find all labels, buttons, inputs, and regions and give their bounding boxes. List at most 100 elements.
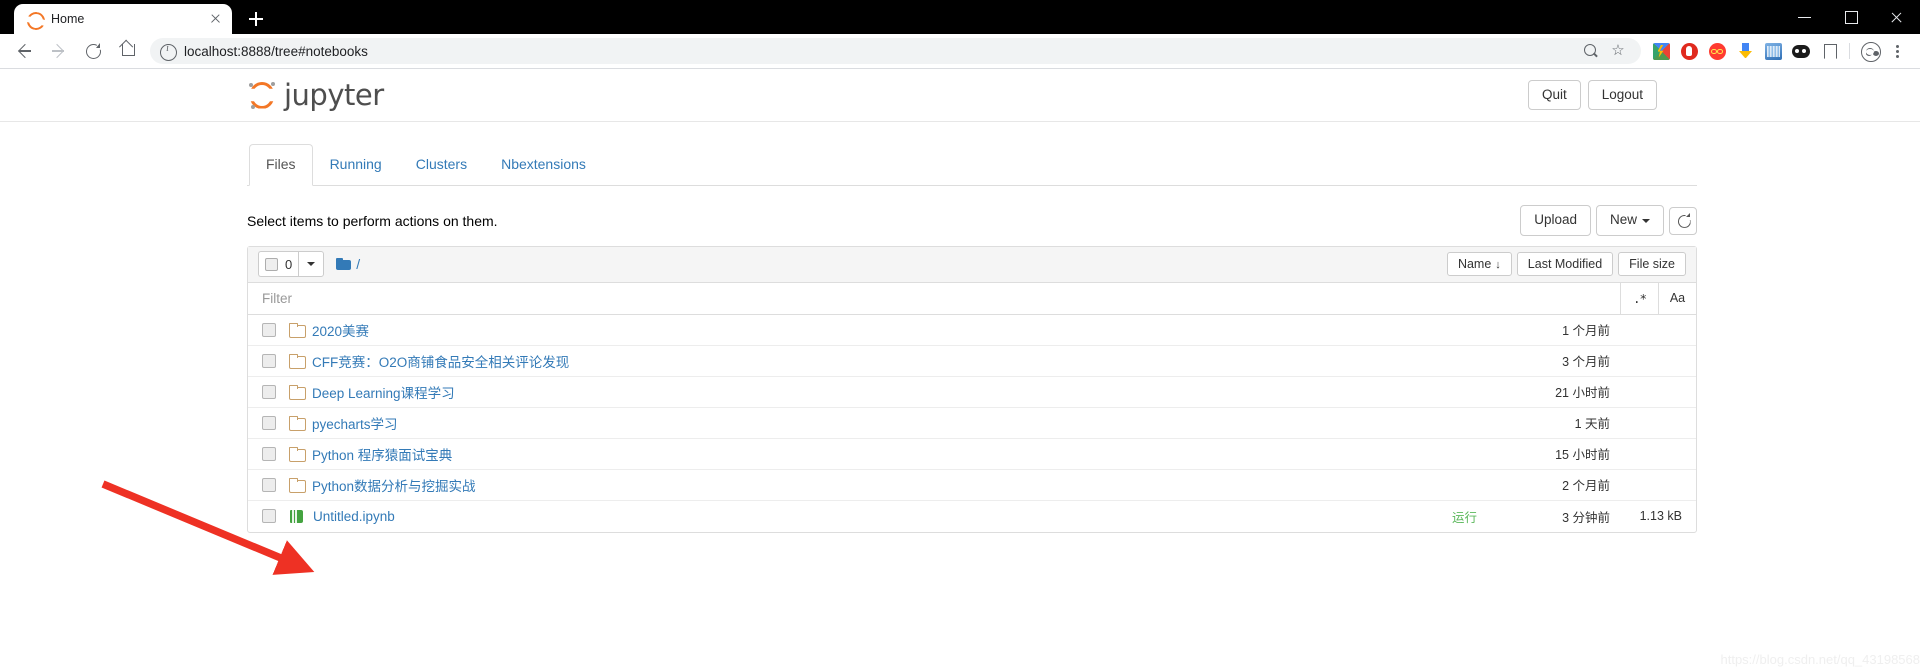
- regex-toggle-button[interactable]: .*: [1620, 282, 1658, 314]
- file-list-toolbar: 0 / Name ↓ Last Modified File size: [248, 246, 1696, 283]
- browser-window: Home localhost:8888/tree#notebooks ☆: [0, 0, 1920, 671]
- folder-icon: [289, 478, 306, 494]
- extension-adblock-icon[interactable]: [1675, 37, 1703, 65]
- back-icon[interactable]: [10, 36, 40, 66]
- row-meta: 3 个月前: [1490, 351, 1682, 370]
- filter-input[interactable]: [248, 282, 1620, 314]
- file-name-link[interactable]: 2020美赛: [312, 320, 369, 340]
- profile-avatar-icon[interactable]: [1856, 37, 1884, 65]
- row-meta: 15 小时前: [1490, 444, 1682, 463]
- select-dropdown-button[interactable]: [298, 251, 325, 278]
- tab-clusters[interactable]: Clusters: [399, 144, 484, 186]
- extension-dots-icon[interactable]: [1787, 37, 1815, 65]
- row-meta: 1 个月前: [1490, 320, 1682, 339]
- zoom-icon[interactable]: [1577, 38, 1603, 64]
- file-name-link[interactable]: Deep Learning课程学习: [312, 382, 455, 402]
- browser-menu-icon[interactable]: [1884, 37, 1910, 65]
- tab-close-icon[interactable]: [206, 10, 224, 28]
- file-name-link[interactable]: Untitled.ipynb: [313, 509, 395, 524]
- window-close-icon[interactable]: [1874, 0, 1920, 34]
- row-checkbox[interactable]: [262, 384, 276, 399]
- row-checkbox[interactable]: [262, 353, 276, 368]
- actions-buttons: Upload New: [1520, 205, 1697, 237]
- browser-extensions: [1647, 37, 1910, 65]
- bookmark-star-icon[interactable]: ☆: [1605, 38, 1631, 64]
- extension-download-icon[interactable]: [1731, 37, 1759, 65]
- case-sensitive-button[interactable]: Aa: [1658, 282, 1696, 314]
- browser-titlebar: Home: [0, 0, 1920, 34]
- row-checkbox[interactable]: [262, 322, 276, 337]
- home-icon[interactable]: [112, 36, 142, 66]
- tab-files[interactable]: Files: [249, 144, 313, 186]
- table-row[interactable]: Untitled.ipynb 运行 3 分钟前 1.13 kB: [248, 501, 1696, 532]
- browser-tab-home[interactable]: Home: [14, 4, 232, 34]
- breadcrumb-root[interactable]: /: [356, 256, 360, 272]
- bookmarks-icon[interactable]: [1815, 37, 1843, 65]
- sort-by-size-button[interactable]: File size: [1618, 252, 1686, 277]
- sort-by-modified-button[interactable]: Last Modified: [1516, 252, 1614, 277]
- minimize-icon[interactable]: [1782, 0, 1828, 34]
- sort-buttons: Name ↓ Last Modified File size: [1446, 252, 1686, 277]
- running-badge: 运行: [1451, 510, 1477, 525]
- row-modified: 1 个月前: [1562, 324, 1610, 339]
- extension-photos-icon[interactable]: [1647, 37, 1675, 65]
- row-modified: 21 小时前: [1555, 386, 1610, 401]
- folder-icon: [289, 354, 306, 370]
- logout-button[interactable]: Logout: [1587, 79, 1657, 111]
- table-row[interactable]: 2020美赛 1 个月前: [248, 315, 1696, 346]
- new-button[interactable]: New: [1595, 205, 1664, 237]
- breadcrumb: /: [336, 256, 360, 272]
- table-row[interactable]: pyecharts学习 1 天前: [248, 408, 1696, 439]
- file-name-link[interactable]: pyecharts学习: [312, 413, 398, 433]
- address-bar[interactable]: localhost:8888/tree#notebooks ☆: [150, 38, 1641, 64]
- sort-by-name-button[interactable]: Name ↓: [1446, 252, 1512, 277]
- forward-icon[interactable]: [44, 36, 74, 66]
- upload-button[interactable]: Upload: [1520, 205, 1591, 237]
- reload-icon[interactable]: [78, 36, 108, 66]
- file-name-link[interactable]: CFF竞赛：O2O商铺食品安全相关评论发现: [312, 351, 569, 371]
- folder-icon: [289, 385, 306, 401]
- row-checkbox[interactable]: [262, 415, 276, 430]
- row-checkbox[interactable]: [262, 509, 276, 524]
- new-button-label: New: [1609, 212, 1637, 228]
- sort-name-label: Name: [1457, 257, 1492, 272]
- file-list-panel: 0 / Name ↓ Last Modified File size Filte…: [247, 245, 1697, 533]
- extension-media-icon[interactable]: [1759, 37, 1787, 65]
- quit-button[interactable]: Quit: [1527, 79, 1581, 111]
- actions-hint: Select items to perform actions on them.: [247, 212, 498, 229]
- watermark: https://blog.csdn.net/qq_43198568: [1720, 652, 1920, 667]
- new-tab-button[interactable]: [242, 5, 270, 33]
- file-name-link[interactable]: Python数据分析与挖掘实战: [312, 475, 476, 495]
- file-name-link[interactable]: Python 程序猿面试宝典: [312, 444, 452, 464]
- table-row[interactable]: CFF竞赛：O2O商铺食品安全相关评论发现 3 个月前: [248, 346, 1696, 377]
- chevron-down-icon: [307, 262, 316, 267]
- table-row[interactable]: Deep Learning课程学习 21 小时前: [248, 377, 1696, 408]
- toolbar-divider: [1849, 43, 1850, 59]
- refresh-button[interactable]: [1669, 206, 1697, 235]
- tab-nbextensions[interactable]: Nbextensions: [484, 144, 603, 186]
- window-controls: [1782, 0, 1920, 34]
- select-all-group: 0: [258, 251, 325, 278]
- table-row[interactable]: Python 程序猿面试宝典 15 小时前: [248, 439, 1696, 470]
- jupyter-body: Files Running Clusters Nbextensions Sele…: [0, 144, 1920, 533]
- table-row[interactable]: Python数据分析与挖掘实战 2 个月前: [248, 470, 1696, 501]
- row-meta: 1 天前: [1490, 413, 1682, 432]
- address-bar-url: localhost:8888/tree#notebooks: [184, 43, 368, 59]
- jupyter-header: jupyter Quit Logout: [0, 69, 1920, 122]
- folder-icon: [336, 258, 352, 271]
- selected-count: 0: [285, 256, 293, 272]
- tab-running[interactable]: Running: [313, 144, 399, 186]
- row-modified: 2 个月前: [1562, 479, 1610, 494]
- row-checkbox[interactable]: [262, 446, 276, 461]
- maximize-icon[interactable]: [1828, 0, 1874, 34]
- site-info-icon[interactable]: [160, 43, 177, 61]
- jupyter-favicon-icon: [26, 11, 42, 27]
- row-modified: 1 天前: [1574, 417, 1610, 432]
- select-all-checkbox[interactable]: 0: [258, 251, 299, 278]
- row-checkbox[interactable]: [262, 477, 276, 492]
- extension-infinity-icon[interactable]: [1703, 37, 1731, 65]
- jupyter-logo[interactable]: jupyter: [247, 78, 384, 112]
- row-modified: 15 小时前: [1555, 448, 1610, 463]
- notebook-icon: [289, 509, 305, 523]
- browser-navbar: localhost:8888/tree#notebooks ☆: [0, 34, 1920, 68]
